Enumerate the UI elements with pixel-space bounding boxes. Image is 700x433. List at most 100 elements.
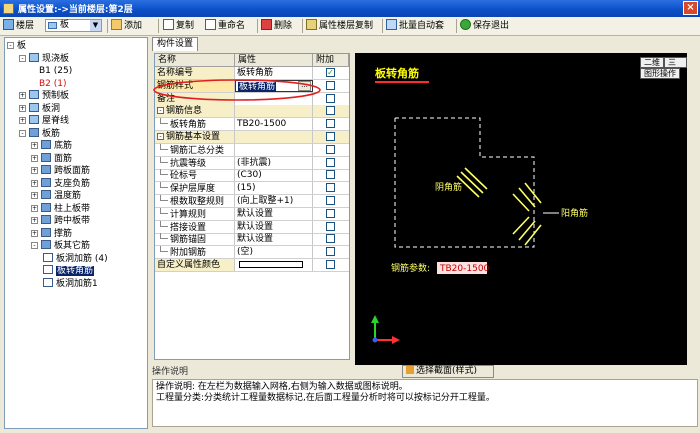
property-value-cell[interactable]: 默认设置 xyxy=(235,233,313,246)
property-row[interactable]: 根数取整规则 (向上取整+1) xyxy=(155,195,349,208)
collapse-icon[interactable]: - xyxy=(19,54,26,62)
tree-item[interactable]: + 板洞 xyxy=(19,102,60,115)
expand-icon[interactable]: + xyxy=(19,117,26,124)
attach-checkbox[interactable] xyxy=(326,170,335,180)
property-row[interactable]: 钢筋汇总分类 xyxy=(155,143,349,157)
property-value-cell[interactable]: 默认设置 xyxy=(235,207,313,220)
expand-icon[interactable]: + xyxy=(19,92,26,99)
group-toggle-icon[interactable]: - xyxy=(157,133,164,140)
component-tree[interactable]: - 板 - 现浇板 B1 (25) B2 (1) + 预制板 + 板洞 + 屋脊线 - 板筋 + 底筋 + 面筋 +… xyxy=(4,37,148,429)
attach-checkbox[interactable] xyxy=(326,106,335,116)
tree-item[interactable]: - 板其它筋 xyxy=(31,240,90,252)
attach-checkbox[interactable] xyxy=(326,157,335,167)
property-row[interactable]: 名称编号 板转角筋 ✓ xyxy=(155,67,349,80)
attach-checkbox[interactable] xyxy=(326,132,335,141)
tree-item[interactable]: 板洞加筋 (4) xyxy=(43,252,108,265)
expand-icon[interactable]: + xyxy=(31,154,38,162)
layer-button[interactable]: 楼层 xyxy=(3,19,34,33)
tree-item[interactable]: - 现浇板 xyxy=(19,52,69,65)
tree-item[interactable]: 板转角筋 xyxy=(43,265,95,277)
expand-icon[interactable]: + xyxy=(31,142,38,149)
tree-item[interactable]: + 跨板面筋 xyxy=(31,165,90,177)
property-value-cell[interactable]: (非抗震) xyxy=(235,156,313,169)
property-row[interactable]: 保护层厚度 (15) xyxy=(155,182,349,196)
property-value-cell[interactable]: TB20-1500 xyxy=(235,118,313,131)
layer-copy-button[interactable]: 属性楼层复制 xyxy=(306,19,373,33)
property-value-cell[interactable]: 板转角筋... xyxy=(235,79,313,92)
property-row[interactable]: 自定义属性颜色 xyxy=(155,259,349,272)
expand-icon[interactable]: + xyxy=(31,204,38,212)
attach-checkbox[interactable] xyxy=(326,234,335,244)
property-row[interactable]: - 钢筋基本设置 xyxy=(155,131,349,144)
property-row[interactable]: 钢筋锚固 默认设置 xyxy=(155,233,349,247)
property-value-cell[interactable] xyxy=(235,92,313,105)
color-swatch[interactable] xyxy=(239,261,303,268)
attach-checkbox[interactable] xyxy=(326,119,335,129)
property-row[interactable]: 附加钢筋 (空) xyxy=(155,246,349,260)
attach-checkbox[interactable] xyxy=(326,247,335,257)
tree-item[interactable]: - 板筋 xyxy=(19,127,60,140)
ellipsis-button[interactable]: ... xyxy=(298,80,311,91)
property-value-cell[interactable] xyxy=(235,131,313,143)
property-row[interactable]: 计算规则 默认设置 xyxy=(155,207,349,221)
expand-icon[interactable]: + xyxy=(31,229,38,237)
tree-item[interactable]: + 撑筋 xyxy=(31,227,72,240)
tab-component-settings[interactable]: 构件设置 xyxy=(152,37,199,51)
group-toggle-icon[interactable]: - xyxy=(157,107,164,115)
rebar-style-input[interactable]: 板转角筋 xyxy=(238,81,277,92)
attach-checkbox[interactable] xyxy=(326,208,335,218)
rename-button[interactable]: 重命名 xyxy=(205,19,245,33)
collapse-icon[interactable]: - xyxy=(19,129,26,137)
expand-icon[interactable]: + xyxy=(19,104,26,112)
close-button[interactable]: × xyxy=(683,1,698,15)
batch-apply-button[interactable]: 批量自动套 xyxy=(386,19,444,33)
delete-button[interactable]: 删除 xyxy=(261,19,292,33)
property-row[interactable]: - 钢筋信息 xyxy=(155,105,349,119)
property-value-cell[interactable]: (15) xyxy=(235,182,313,195)
tree-item[interactable]: + 柱上板带 xyxy=(31,202,90,215)
expand-icon[interactable]: + xyxy=(31,167,38,174)
property-row[interactable]: 搭接设置 默认设置 xyxy=(155,220,349,234)
attach-checkbox[interactable] xyxy=(326,80,335,90)
attach-checkbox[interactable] xyxy=(326,196,335,205)
property-row[interactable]: 抗震等级 (非抗震) xyxy=(155,156,349,170)
property-value-cell[interactable] xyxy=(235,259,313,271)
expand-icon[interactable]: + xyxy=(31,179,38,187)
attach-checkbox[interactable]: ✓ xyxy=(326,68,335,77)
component-select[interactable]: 板 ▼ xyxy=(45,19,102,32)
property-value-cell[interactable]: (C30) xyxy=(235,169,313,182)
property-row[interactable]: 钢筋样式 板转角筋... xyxy=(155,79,349,93)
property-row[interactable]: 板转角筋 TB20-1500 xyxy=(155,118,349,132)
attach-checkbox[interactable] xyxy=(326,260,335,269)
attach-checkbox[interactable] xyxy=(326,144,335,154)
tree-item[interactable]: -板 xyxy=(7,40,26,52)
tree-item[interactable]: + 支座负筋 xyxy=(31,177,90,190)
add-button[interactable]: 添加 xyxy=(111,19,142,33)
tree-item[interactable]: + 底筋 xyxy=(31,140,72,152)
property-value-cell[interactable]: (向上取整+1) xyxy=(235,195,313,207)
tree-item[interactable]: + 温度筋 xyxy=(31,190,81,202)
tree-item[interactable]: + 屋脊线 xyxy=(19,115,69,127)
property-row[interactable]: 砼标号 (C30) xyxy=(155,169,349,183)
expand-icon[interactable]: + xyxy=(31,217,38,224)
tree-item[interactable]: + 预制板 xyxy=(19,90,69,102)
collapse-icon[interactable]: - xyxy=(31,242,38,249)
property-value-cell[interactable]: 默认设置 xyxy=(235,220,313,233)
tree-item[interactable]: + 跨中板带 xyxy=(31,215,90,227)
expand-icon[interactable]: + xyxy=(31,192,38,199)
save-exit-button[interactable]: 保存退出 xyxy=(460,19,509,33)
property-value-cell[interactable] xyxy=(235,105,313,118)
copy-button[interactable]: 复制 xyxy=(163,19,194,33)
attach-checkbox[interactable] xyxy=(326,183,335,193)
property-row[interactable]: 备注 xyxy=(155,92,349,106)
tree-item[interactable]: + 面筋 xyxy=(31,152,72,165)
collapse-icon[interactable]: - xyxy=(7,42,14,49)
attach-checkbox[interactable] xyxy=(326,93,335,103)
property-value-cell[interactable]: (空) xyxy=(235,246,313,259)
property-value-cell[interactable] xyxy=(235,143,313,156)
tree-item[interactable]: B1 (25) xyxy=(39,65,72,77)
property-value-cell[interactable]: 板转角筋 xyxy=(235,67,313,79)
drawing-canvas[interactable]: 二维 三维 图形操作 板转角筋 阴角筋 阳角筋 钢筋参数: TB20-1500 xyxy=(355,53,687,365)
tree-item[interactable]: 板洞加筋1 xyxy=(43,277,98,290)
tree-item[interactable]: B2 (1) xyxy=(39,78,67,90)
